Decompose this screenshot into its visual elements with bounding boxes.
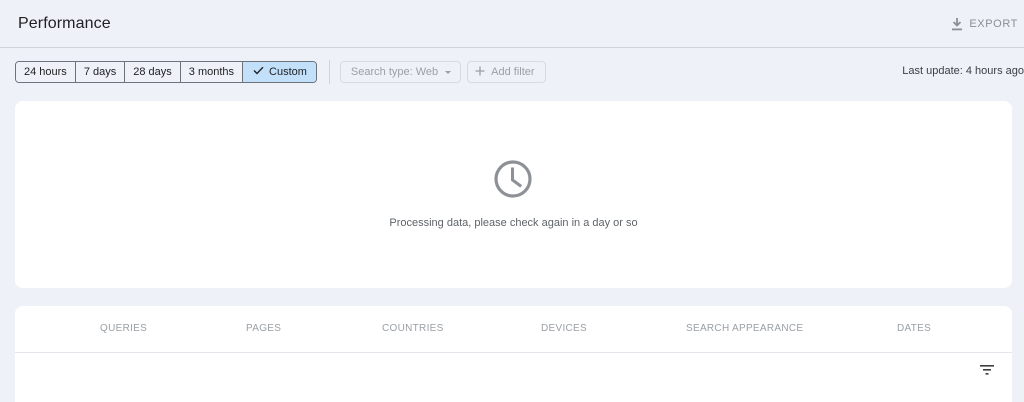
tab-pages[interactable]: PAGES <box>246 323 281 334</box>
download-icon <box>951 17 963 31</box>
tab-countries[interactable]: COUNTRIES <box>382 323 444 334</box>
check-icon <box>253 62 264 82</box>
date-range-24-hours[interactable]: 24 hours <box>16 62 76 82</box>
filter-divider <box>328 60 330 84</box>
filter-list-icon[interactable] <box>980 362 994 380</box>
tab-queries[interactable]: QUERIES <box>100 323 147 334</box>
plus-icon <box>475 66 485 79</box>
clock-icon <box>493 159 533 204</box>
performance-page: Performance EXPORT 24 hours 7 days 28 da… <box>0 0 1024 402</box>
filter-bar: 24 hours 7 days 28 days 3 months Custom … <box>15 60 546 84</box>
export-button[interactable]: EXPORT <box>951 17 1018 31</box>
tab-devices[interactable]: DEVICES <box>541 323 587 334</box>
date-range-label: 24 hours <box>24 66 67 78</box>
add-filter-label: Add filter <box>491 66 535 78</box>
date-range-label: 28 days <box>133 66 172 78</box>
search-type-label: Search type: Web <box>350 66 439 78</box>
page-title: Performance <box>18 15 111 32</box>
dimension-tabs: QUERIES PAGES COUNTRIES DEVICES SEARCH A… <box>15 306 1012 353</box>
dimensions-card: QUERIES PAGES COUNTRIES DEVICES SEARCH A… <box>15 306 1012 402</box>
status-card: Processing data, please check again in a… <box>15 101 1012 288</box>
date-range-label: 7 days <box>83 66 117 78</box>
page-header: Performance EXPORT <box>0 0 1024 48</box>
export-label: EXPORT <box>969 18 1018 30</box>
date-range-label: 3 months <box>188 66 235 78</box>
date-range-custom[interactable]: Custom <box>243 62 316 82</box>
processing-message: Processing data, please check again in a… <box>389 217 638 229</box>
date-range-label: Custom <box>269 66 307 78</box>
date-range-selector: 24 hours 7 days 28 days 3 months Custom <box>15 61 317 83</box>
search-type-dropdown[interactable]: Search type: Web <box>339 61 462 83</box>
date-range-7-days[interactable]: 7 days <box>75 62 126 82</box>
date-range-28-days[interactable]: 28 days <box>125 62 181 82</box>
date-range-3-months[interactable]: 3 months <box>180 62 244 82</box>
tab-dates[interactable]: DATES <box>897 323 931 334</box>
dropdown-arrow-icon <box>444 66 452 78</box>
tab-search-appearance[interactable]: SEARCH APPEARANCE <box>686 323 803 334</box>
last-update-text: Last update: 4 hours ago <box>902 65 1024 77</box>
add-filter-button[interactable]: Add filter <box>467 61 546 83</box>
